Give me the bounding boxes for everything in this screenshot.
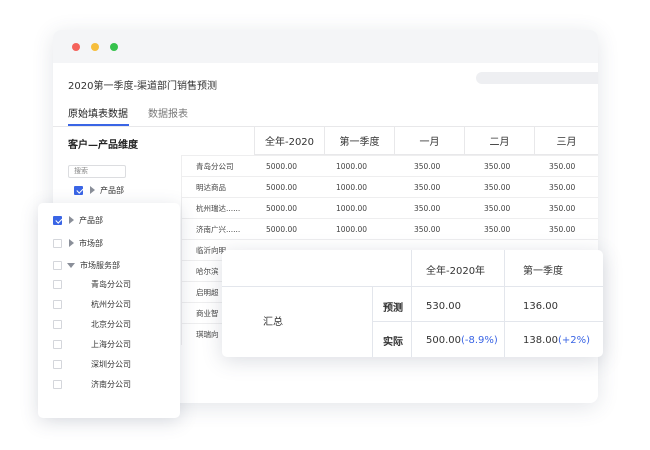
row-name: 杭州瑞达...... <box>196 204 241 213</box>
tab-raw-data[interactable]: 原始填表数据 <box>68 105 128 120</box>
page-title: 2020第一季度-渠道部门销售预测 <box>68 81 218 92</box>
caret-right-icon[interactable] <box>69 216 74 224</box>
cell-value[interactable]: 350.00 <box>414 198 440 219</box>
checkbox-checked-icon[interactable] <box>53 215 62 225</box>
tree-item-market-service[interactable]: 市场服务部 <box>53 258 120 272</box>
cell-value[interactable]: 350.00 <box>484 219 510 240</box>
cell-value[interactable]: 5000.00 <box>266 219 297 240</box>
window-titlebar <box>53 30 598 63</box>
column-header[interactable]: 全年-2020 <box>254 126 324 155</box>
summary-header-year: 全年-2020年 <box>426 265 486 277</box>
actual-year-cell: 500.00 (-8.9%) <box>426 333 498 347</box>
summary-card: 全年-2020年 第一季度 汇总 预测 530.00 136.00 实际 500… <box>222 250 603 357</box>
cell-value[interactable]: 350.00 <box>484 198 510 219</box>
actual-year-change: (-8.9%) <box>461 334 498 346</box>
caret-right-icon[interactable] <box>69 239 74 247</box>
checkbox-icon[interactable] <box>53 238 62 248</box>
summary-col-divider <box>372 286 373 357</box>
row-name: 青岛分公司 <box>196 162 234 171</box>
cell-value[interactable]: 1000.00 <box>336 219 367 240</box>
row-name: 明达商品 <box>196 183 226 192</box>
column-header[interactable]: 三月 <box>534 126 598 155</box>
tree-item-label: 北京分公司 <box>91 319 131 329</box>
tree-search-input[interactable]: 搜索 <box>68 165 126 178</box>
cell-value[interactable]: 350.00 <box>549 198 575 219</box>
tree-item-branch[interactable]: 北京分公司 <box>53 317 131 331</box>
checkbox-icon[interactable] <box>53 279 62 289</box>
forecast-label: 预测 <box>383 302 403 314</box>
column-header[interactable]: 第一季度 <box>324 126 394 155</box>
search-bar[interactable] <box>476 72 598 84</box>
tree-item-label: 杭州分公司 <box>91 299 131 309</box>
summary-header-q1: 第一季度 <box>523 265 563 277</box>
cell-value[interactable]: 1000.00 <box>336 198 367 219</box>
summary-col-divider <box>411 250 412 357</box>
checkbox-icon[interactable] <box>53 379 62 389</box>
mini-tree-item[interactable]: 产品部 <box>74 184 124 196</box>
cell-value[interactable]: 350.00 <box>414 177 440 198</box>
caret-right-icon[interactable] <box>90 186 95 194</box>
dimension-title: 客户—产品维度 <box>68 140 138 151</box>
column-header[interactable]: 一月 <box>394 126 464 155</box>
checkbox-checked-icon[interactable] <box>74 185 83 195</box>
table-row[interactable]: 青岛分公司 5000.00 1000.00 350.00 350.00 350.… <box>181 155 598 176</box>
actual-q1-value: 138.00 <box>523 334 558 346</box>
actual-label: 实际 <box>383 336 403 348</box>
tree-item-label: 市场服务部 <box>80 260 120 270</box>
row-name: 济南广兴...... <box>196 225 241 234</box>
tree-item-label: 青岛分公司 <box>91 279 131 289</box>
checkbox-icon[interactable] <box>53 260 62 270</box>
tree-item-label: 产品部 <box>79 215 103 225</box>
cell-value[interactable]: 350.00 <box>549 219 575 240</box>
tree-item-branch[interactable]: 济南分公司 <box>53 377 131 391</box>
summary-row-divider <box>222 286 603 287</box>
column-header[interactable]: 二月 <box>464 126 534 155</box>
forecast-q1-value: 136.00 <box>523 300 558 312</box>
checkbox-icon[interactable] <box>53 319 62 329</box>
table-row[interactable]: 杭州瑞达...... 5000.00 1000.00 350.00 350.00… <box>181 197 598 218</box>
cell-value[interactable]: 350.00 <box>414 219 440 240</box>
org-tree-panel: 产品部 市场部 市场服务部 青岛分公司 杭州分公司 北京分公司 上海分公司 深圳… <box>38 203 180 418</box>
checkbox-icon[interactable] <box>53 359 62 369</box>
tree-item-branch[interactable]: 上海分公司 <box>53 337 131 351</box>
cell-value[interactable]: 350.00 <box>549 177 575 198</box>
cell-value[interactable]: 1000.00 <box>336 177 367 198</box>
cell-value[interactable]: 350.00 <box>414 156 440 177</box>
tree-item-label: 深圳分公司 <box>91 359 131 369</box>
caret-down-icon[interactable] <box>67 262 75 268</box>
summary-row-divider <box>372 321 603 322</box>
tree-item-branch[interactable]: 杭州分公司 <box>53 297 131 311</box>
grid-header: 全年-2020 第一季度 一月 二月 三月 <box>254 126 598 155</box>
tab-data-report[interactable]: 数据报表 <box>148 105 188 120</box>
summary-col-divider <box>504 250 505 357</box>
cell-value[interactable]: 1000.00 <box>336 156 367 177</box>
cell-value[interactable]: 5000.00 <box>266 177 297 198</box>
tree-item-product[interactable]: 产品部 <box>53 213 103 227</box>
summary-group-label: 汇总 <box>263 316 283 328</box>
tree-item-label: 济南分公司 <box>91 379 131 389</box>
cell-value[interactable]: 350.00 <box>484 156 510 177</box>
actual-q1-cell: 138.00 (+2%) <box>523 333 590 347</box>
forecast-year-value: 530.00 <box>426 300 461 312</box>
checkbox-icon[interactable] <box>53 299 62 309</box>
actual-q1-change: (+2%) <box>558 334 591 346</box>
checkbox-icon[interactable] <box>53 339 62 349</box>
tree-item-market[interactable]: 市场部 <box>53 236 103 250</box>
cell-value[interactable]: 350.00 <box>549 156 575 177</box>
tree-item-branch[interactable]: 青岛分公司 <box>53 277 131 291</box>
table-row[interactable]: 济南广兴...... 5000.00 1000.00 350.00 350.00… <box>181 218 598 239</box>
minimize-window-dot[interactable] <box>91 43 99 51</box>
tree-item-label: 上海分公司 <box>91 339 131 349</box>
table-row[interactable]: 明达商品 5000.00 1000.00 350.00 350.00 350.0… <box>181 176 598 197</box>
cell-value[interactable]: 350.00 <box>484 177 510 198</box>
close-window-dot[interactable] <box>72 43 80 51</box>
cell-value[interactable]: 5000.00 <box>266 156 297 177</box>
tree-item-label: 市场部 <box>79 238 103 248</box>
cell-value[interactable]: 5000.00 <box>266 198 297 219</box>
mini-tree-label: 产品部 <box>100 185 124 195</box>
actual-year-value: 500.00 <box>426 334 461 346</box>
maximize-window-dot[interactable] <box>110 43 118 51</box>
tree-item-branch[interactable]: 深圳分公司 <box>53 357 131 371</box>
